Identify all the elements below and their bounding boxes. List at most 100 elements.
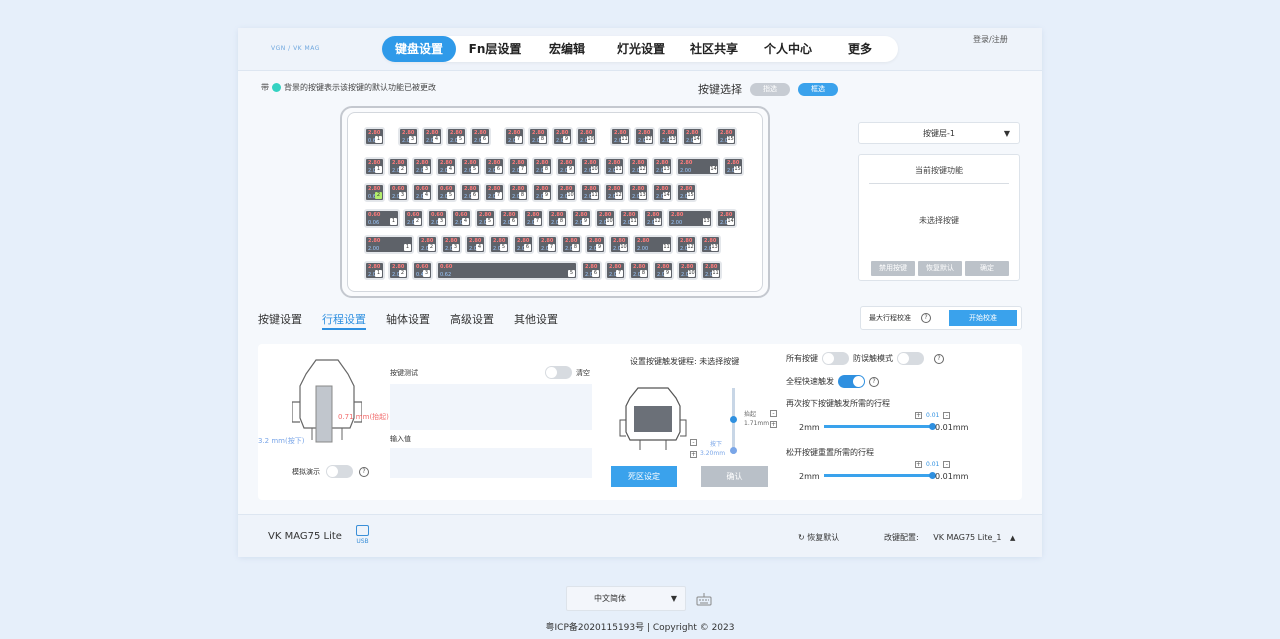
key[interactable]: 2.80 2.00 2 <box>388 157 409 176</box>
repress-plus-button[interactable]: + <box>915 412 922 419</box>
key[interactable]: 2.80 2.00 8 <box>561 235 582 254</box>
key[interactable]: 2.80 2.00 7 <box>484 183 505 202</box>
key[interactable]: 2.80 2.00 13 <box>700 235 721 254</box>
key[interactable]: 2.80 2.00 3 <box>398 127 419 146</box>
point-select-button[interactable]: 指选 <box>750 82 790 96</box>
key[interactable]: 2.80 2.00 11 <box>633 235 673 254</box>
key[interactable]: 0.60 2.00 4 <box>451 209 472 228</box>
layer-select[interactable]: 按键层-1 ▼ <box>858 122 1020 144</box>
nav-more[interactable]: 更多 <box>826 36 894 62</box>
key[interactable]: 2.80 2.00 8 <box>547 209 568 228</box>
disable-key-button[interactable]: 禁用按键 <box>871 261 915 276</box>
press-handle[interactable] <box>730 447 737 454</box>
release-minus-button[interactable]: - <box>943 461 951 468</box>
key[interactable]: 2.80 2.00 7 <box>504 127 525 146</box>
key[interactable]: 2.80 2.00 13 <box>667 209 713 228</box>
all-keys-toggle[interactable] <box>822 352 849 365</box>
key[interactable]: 2.80 2.00 5 <box>446 127 467 146</box>
key[interactable]: 2.80 2.00 12 <box>643 209 664 228</box>
rapid-trigger-toggle[interactable] <box>838 375 865 388</box>
key[interactable]: 2.80 2.00 6 <box>470 127 491 146</box>
key[interactable]: 2.80 2.00 11 <box>580 183 601 202</box>
key[interactable]: 2.80 2.00 14 <box>716 209 737 228</box>
key[interactable]: 2.80 2.00 15 <box>723 157 744 176</box>
repress-slider[interactable] <box>824 423 936 430</box>
login-link[interactable]: 登录/注册 <box>973 34 1008 45</box>
brand-logo[interactable]: VGN / VK MAG <box>271 45 320 52</box>
key[interactable]: 2.80 2.00 10 <box>595 209 616 228</box>
config-select[interactable]: 改键配置: VK MAG75 Lite_1 ▲ <box>884 532 1015 543</box>
key[interactable]: 2.80 2.00 9 <box>556 157 577 176</box>
restore-default-link[interactable]: ↻ 恢复默认 <box>798 532 839 543</box>
release-slider[interactable] <box>824 472 936 479</box>
key[interactable]: 0.60 2.00 3 <box>427 209 448 228</box>
key[interactable]: 2.80 2.00 3 <box>412 157 433 176</box>
key[interactable]: 2.80 2.00 12 <box>604 183 625 202</box>
key[interactable]: 2.80 2.00 10 <box>677 261 698 280</box>
key[interactable]: 2.80 2.00 10 <box>556 183 577 202</box>
key[interactable]: 2.80 2.00 4 <box>436 157 457 176</box>
help-icon[interactable]: ? <box>359 466 369 477</box>
key[interactable]: 2.80 2.00 10 <box>609 235 630 254</box>
tab-other-settings[interactable]: 其他设置 <box>514 311 558 330</box>
keyboard-icon[interactable] <box>696 592 712 606</box>
key[interactable]: 2.80 2.00 7 <box>537 235 558 254</box>
help-icon[interactable]: ? <box>921 313 931 323</box>
key[interactable]: 0.60 0.62 5 <box>436 261 578 280</box>
key[interactable]: 2.80 2.00 1 <box>364 157 385 176</box>
key[interactable]: 2.80 2.00 3 <box>441 235 462 254</box>
lift-plus-button[interactable]: + <box>770 421 777 428</box>
key[interactable]: 0.60 2.00 4 <box>412 183 433 202</box>
key[interactable]: 2.80 2.00 1 <box>364 261 385 280</box>
start-calibration-button[interactable]: 开始校准 <box>949 310 1017 326</box>
confirm-button[interactable]: 确认 <box>701 466 768 487</box>
key[interactable]: 0.60 2.00 5 <box>436 183 457 202</box>
simulate-toggle[interactable] <box>326 465 353 478</box>
key[interactable]: 2.80 2.00 12 <box>634 127 655 146</box>
nav-macro[interactable]: 宏编辑 <box>532 36 602 62</box>
key[interactable]: 2.80 2.00 14 <box>652 183 673 202</box>
nav-lighting[interactable]: 灯光设置 <box>604 36 678 62</box>
key[interactable]: 2.80 0.60 1 <box>364 127 385 146</box>
key[interactable]: 2.80 2.00 10 <box>580 157 601 176</box>
help-icon[interactable]: ? <box>869 376 879 387</box>
trigger-slider[interactable] <box>730 388 737 454</box>
key[interactable]: 2.80 2.00 10 <box>576 127 597 146</box>
press-minus-button[interactable]: - <box>690 439 697 446</box>
nav-keyboard-settings[interactable]: 键盘设置 <box>382 36 456 62</box>
key[interactable]: 2.80 2.00 6 <box>460 183 481 202</box>
key[interactable]: 2.80 2.00 4 <box>422 127 443 146</box>
key[interactable]: 2.80 2.00 5 <box>489 235 510 254</box>
key[interactable]: 2.80 2.00 14 <box>676 157 720 176</box>
key[interactable]: 2.80 2.00 2 <box>417 235 438 254</box>
confirm-function-button[interactable]: 确定 <box>965 261 1009 276</box>
clear-toggle[interactable] <box>545 366 572 379</box>
key[interactable]: 2.80 2.00 13 <box>628 183 649 202</box>
tab-switch-settings[interactable]: 轴体设置 <box>386 311 430 330</box>
box-select-button[interactable]: 框选 <box>798 82 838 96</box>
key[interactable]: 2.80 2.00 5 <box>460 157 481 176</box>
key-test-area[interactable] <box>390 384 592 430</box>
key[interactable]: 2.80 2.00 15 <box>716 127 737 146</box>
repress-minus-button[interactable]: - <box>943 412 951 419</box>
key[interactable]: 0.60 0.06 1 <box>364 209 400 228</box>
key[interactable]: 2.80 2.00 8 <box>508 183 529 202</box>
key[interactable]: 2.80 2.00 6 <box>499 209 520 228</box>
key[interactable]: 2.80 2.00 9 <box>653 261 674 280</box>
key[interactable]: 2.80 2.00 5 <box>475 209 496 228</box>
tab-advanced-settings[interactable]: 高级设置 <box>450 311 494 330</box>
key[interactable]: 0.60 2.00 2 <box>403 209 424 228</box>
key[interactable]: 2.80 2.00 2 <box>388 261 409 280</box>
restore-default-button[interactable]: 恢复默认 <box>918 261 962 276</box>
key[interactable]: 2.80 2.00 7 <box>605 261 626 280</box>
key[interactable]: 2.80 2.00 1 <box>364 235 414 254</box>
key[interactable]: 2.80 0.60 2 <box>364 183 385 202</box>
key[interactable]: 2.80 2.00 11 <box>701 261 722 280</box>
key[interactable]: 2.80 2.00 4 <box>465 235 486 254</box>
release-plus-button[interactable]: + <box>915 461 922 468</box>
dead-zone-button[interactable]: 死区设定 <box>611 466 677 487</box>
key[interactable]: 2.80 2.00 15 <box>676 183 697 202</box>
press-plus-button[interactable]: + <box>690 451 697 458</box>
key[interactable]: 2.80 2.00 7 <box>508 157 529 176</box>
tab-travel-settings[interactable]: 行程设置 <box>322 311 366 330</box>
